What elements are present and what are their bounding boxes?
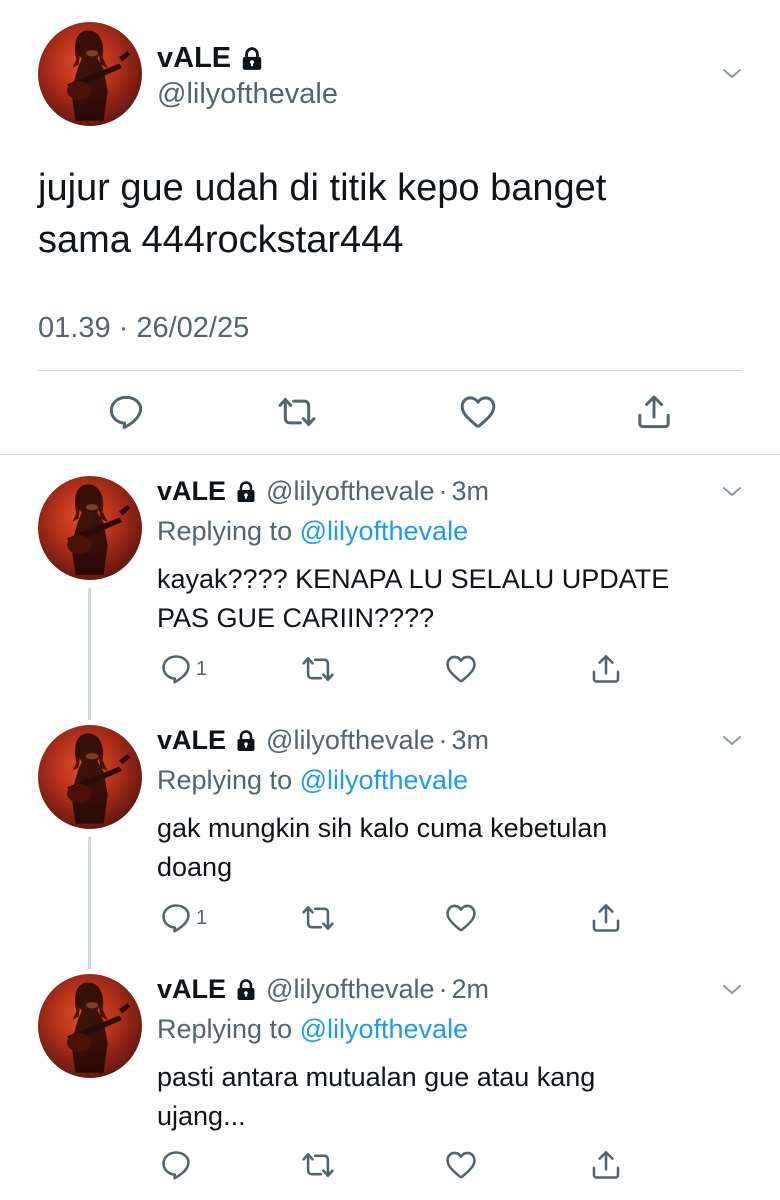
replying-to: Replying to @lilyofthevale xyxy=(157,1014,468,1045)
heart-icon[interactable] xyxy=(458,392,498,432)
separator-dot: · xyxy=(438,476,448,506)
reply-text-line: doang xyxy=(157,852,233,882)
user-handle[interactable]: @lilyofthevale xyxy=(157,78,338,111)
divider xyxy=(0,454,780,455)
avatar[interactable] xyxy=(38,22,142,126)
replying-to-label: Replying to xyxy=(157,516,300,546)
reply-time[interactable]: 2m xyxy=(452,974,490,1005)
thread-line xyxy=(88,588,91,720)
lock-icon xyxy=(239,46,265,72)
replying-to: Replying to @lilyofthevale xyxy=(157,765,468,796)
share-icon[interactable] xyxy=(634,392,674,432)
separator-dot: · xyxy=(438,725,448,755)
display-name[interactable]: vALE xyxy=(157,974,226,1005)
share-icon[interactable] xyxy=(589,901,623,935)
reply-icon[interactable] xyxy=(159,652,193,686)
mention-link[interactable]: @lilyofthevale xyxy=(300,1014,469,1044)
reply-count: 1 xyxy=(196,907,208,929)
user-handle[interactable]: @lilyofthevale xyxy=(266,476,435,507)
chevron-down-icon[interactable] xyxy=(720,62,744,86)
replying-to-label: Replying to xyxy=(157,765,300,795)
thread-line xyxy=(88,837,91,969)
heart-icon[interactable] xyxy=(444,901,478,935)
reply-text-line: pasti antara mutualan gue atau kang xyxy=(157,1062,596,1092)
retweet-icon[interactable] xyxy=(301,1148,335,1182)
heart-icon[interactable] xyxy=(444,652,478,686)
mention-link[interactable]: @lilyofthevale xyxy=(300,516,469,546)
reply-header: vALE @lilyofthevale · 3m xyxy=(157,476,489,507)
reply-text-line: ujang... xyxy=(157,1101,246,1131)
lock-icon xyxy=(234,729,258,753)
lock-icon xyxy=(234,480,258,504)
lock-icon xyxy=(234,978,258,1002)
separator-dot: · xyxy=(438,974,448,1004)
heart-icon[interactable] xyxy=(444,1148,478,1182)
display-name[interactable]: vALE xyxy=(157,476,226,507)
retweet-icon[interactable] xyxy=(277,392,317,432)
retweet-icon[interactable] xyxy=(301,652,335,686)
main-tweet: vALE @lilyofthevale jujur gue udah di ti… xyxy=(0,0,780,454)
reply-text-line: kayak???? KENAPA LU SELALU UPDATE xyxy=(157,564,670,594)
chevron-down-icon[interactable] xyxy=(720,978,744,1002)
display-name[interactable]: vALE xyxy=(157,42,265,75)
avatar[interactable] xyxy=(38,725,142,829)
tweet-timestamp[interactable]: 01.39 · 26/02/25 xyxy=(38,312,249,345)
reply-count: 1 xyxy=(196,658,208,680)
chevron-down-icon[interactable] xyxy=(720,729,744,753)
tweet-text: jujur gue udah di titik kepo banget sama… xyxy=(38,162,738,266)
divider xyxy=(38,370,742,371)
display-name[interactable]: vALE xyxy=(157,725,226,756)
reply-header: vALE @lilyofthevale · 2m xyxy=(157,974,489,1005)
tweet-text-line: jujur gue udah di titik kepo banget xyxy=(38,167,607,209)
reply-header: vALE @lilyofthevale · 3m xyxy=(157,725,489,756)
reply-icon[interactable] xyxy=(106,392,146,432)
reply-tweet[interactable]: vALE @lilyofthevale · 2m Replying to @li… xyxy=(0,968,780,1200)
avatar[interactable] xyxy=(38,476,142,580)
share-icon[interactable] xyxy=(589,652,623,686)
reply-icon[interactable] xyxy=(159,901,193,935)
reply-time[interactable]: 3m xyxy=(452,476,490,507)
reply-text: pasti antara mutualan gue atau kang ujan… xyxy=(157,1058,737,1136)
reply-text: kayak???? KENAPA LU SELALU UPDATE PAS GU… xyxy=(157,560,737,638)
mention-link[interactable]: @lilyofthevale xyxy=(300,765,469,795)
reply-tweet[interactable]: vALE @lilyofthevale · 3m Replying to @li… xyxy=(0,719,780,969)
reply-tweet[interactable]: vALE @lilyofthevale · 3m Replying to @li… xyxy=(0,470,780,720)
chevron-down-icon[interactable] xyxy=(720,480,744,504)
user-handle[interactable]: @lilyofthevale xyxy=(266,974,435,1005)
reply-time[interactable]: 3m xyxy=(452,725,490,756)
tweet-text-line: sama 444rockstar444 xyxy=(38,219,404,261)
tweet-action-bar xyxy=(0,392,780,432)
replying-to-label: Replying to xyxy=(157,1014,300,1044)
user-handle[interactable]: @lilyofthevale xyxy=(266,725,435,756)
reply-text-line: gak mungkin sih kalo cuma kebetulan xyxy=(157,813,608,843)
share-icon[interactable] xyxy=(589,1148,623,1182)
avatar[interactable] xyxy=(38,974,142,1078)
replying-to: Replying to @lilyofthevale xyxy=(157,516,468,547)
display-name-text[interactable]: vALE xyxy=(157,42,231,75)
retweet-icon[interactable] xyxy=(301,901,335,935)
reply-text-line: PAS GUE CARIIN???? xyxy=(157,603,435,633)
reply-icon[interactable] xyxy=(159,1148,193,1182)
reply-text: gak mungkin sih kalo cuma kebetulan doan… xyxy=(157,809,737,887)
